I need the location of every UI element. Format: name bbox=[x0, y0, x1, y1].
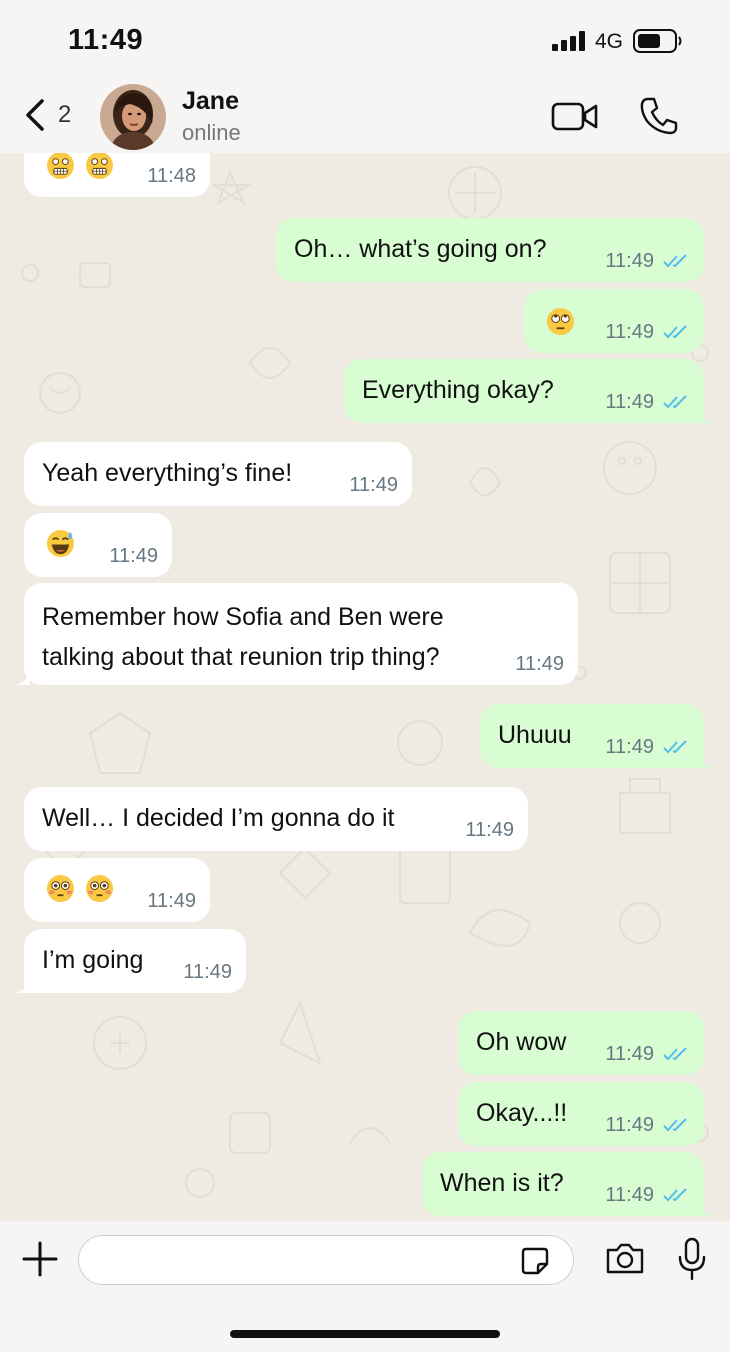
face-with-rolling-eyes-emoji-icon bbox=[546, 307, 575, 336]
message-bubble-incoming[interactable]: Well… I decided I’m gonna do it 11:49 bbox=[24, 787, 528, 851]
input-bar bbox=[0, 1221, 730, 1352]
chat-area[interactable]: 11:48 Oh… what’s going on? 11:49 11:49 E… bbox=[0, 153, 730, 1221]
microphone-icon[interactable] bbox=[676, 1237, 708, 1281]
home-indicator bbox=[230, 1330, 500, 1338]
message-bubble-outgoing[interactable]: When is it? 11:49 bbox=[422, 1152, 714, 1216]
message-bubble-outgoing[interactable]: Uhuuu 11:49 bbox=[480, 704, 714, 768]
message-text: I’m going bbox=[42, 946, 144, 974]
grinning-face-with-sweat-emoji-icon bbox=[46, 529, 75, 558]
message-time: 11:49 bbox=[605, 321, 654, 343]
message-time: 11:49 bbox=[605, 250, 654, 272]
message-bubble-outgoing[interactable]: 11:49 bbox=[524, 289, 704, 353]
double-check-read-icon bbox=[663, 325, 687, 339]
message-bubble-incoming[interactable]: Remember how Sofia and Ben were talking … bbox=[14, 583, 578, 685]
contact-name[interactable]: Jane bbox=[182, 87, 239, 116]
message-text: Remember how Sofia and Ben were talking … bbox=[42, 597, 444, 677]
plus-icon[interactable] bbox=[20, 1239, 60, 1279]
message-time: 11:48 bbox=[147, 165, 196, 187]
grimacing-face-emoji-icon bbox=[85, 153, 114, 180]
message-text: Everything okay? bbox=[362, 376, 554, 404]
chevron-left-icon bbox=[26, 99, 44, 131]
message-bubble-incoming[interactable]: 11:49 bbox=[24, 513, 172, 577]
contact-status: online bbox=[182, 120, 241, 145]
message-text: Yeah everything’s fine! bbox=[42, 459, 293, 487]
double-check-read-icon bbox=[663, 1118, 687, 1132]
message-bubble-incoming[interactable]: 11:49 bbox=[24, 858, 210, 922]
double-check-read-icon bbox=[663, 1188, 687, 1202]
message-input[interactable] bbox=[78, 1235, 574, 1285]
message-text: Oh wow bbox=[476, 1028, 567, 1056]
double-check-read-icon bbox=[663, 395, 687, 409]
message-time: 11:49 bbox=[515, 653, 564, 675]
message-time: 11:49 bbox=[605, 1043, 654, 1065]
message-bubble-incoming[interactable]: I’m going 11:49 bbox=[14, 929, 246, 993]
message-text: Oh… what’s going on? bbox=[294, 235, 547, 263]
flushed-face-emoji-icon bbox=[46, 874, 75, 903]
status-bar: 11:49 4G bbox=[0, 0, 730, 80]
status-time: 11:49 bbox=[68, 24, 144, 56]
sticker-icon[interactable] bbox=[520, 1246, 550, 1276]
message-time: 11:49 bbox=[183, 961, 232, 983]
message-time: 11:49 bbox=[349, 474, 398, 496]
bubble-tail bbox=[698, 1200, 714, 1216]
bubble-tail bbox=[14, 669, 30, 685]
message-text-line: talking about that reunion trip thing? bbox=[42, 643, 440, 671]
message-time: 11:49 bbox=[605, 1114, 654, 1136]
double-check-read-icon bbox=[663, 740, 687, 754]
message-bubble-outgoing[interactable]: Everything okay? 11:49 bbox=[344, 359, 714, 423]
double-check-read-icon bbox=[663, 254, 687, 268]
phone-icon[interactable] bbox=[638, 95, 680, 137]
unread-count: 2 bbox=[58, 101, 72, 128]
flushed-face-emoji-icon bbox=[85, 874, 114, 903]
message-time: 11:49 bbox=[605, 736, 654, 758]
message-time: 11:49 bbox=[605, 391, 654, 413]
bubble-tail bbox=[14, 977, 30, 993]
double-check-read-icon bbox=[663, 1047, 687, 1061]
battery-icon bbox=[633, 29, 682, 53]
message-bubble-outgoing[interactable]: Okay...!! 11:49 bbox=[458, 1082, 704, 1146]
avatar[interactable] bbox=[100, 84, 166, 150]
message-text: When is it? bbox=[440, 1169, 564, 1197]
message-bubble-incoming[interactable]: 11:48 bbox=[24, 153, 210, 197]
message-time: 11:49 bbox=[109, 545, 158, 567]
message-text-line: Remember how Sofia and Ben were bbox=[42, 603, 444, 631]
message-time: 11:49 bbox=[605, 1184, 654, 1206]
message-bubble-outgoing[interactable]: Oh wow 11:49 bbox=[458, 1011, 704, 1075]
message-text: Well… I decided I’m gonna do it bbox=[42, 804, 395, 832]
bubble-tail bbox=[698, 407, 714, 423]
message-text: Okay...!! bbox=[476, 1099, 568, 1127]
message-text: Uhuuu bbox=[498, 721, 572, 749]
message-time: 11:49 bbox=[465, 819, 514, 841]
video-camera-icon[interactable] bbox=[550, 98, 600, 134]
grimacing-face-emoji-icon bbox=[46, 153, 75, 180]
camera-icon[interactable] bbox=[604, 1241, 646, 1277]
message-bubble-incoming[interactable]: Yeah everything’s fine! 11:49 bbox=[24, 442, 412, 506]
signal-icon bbox=[552, 31, 585, 51]
message-bubble-outgoing[interactable]: Oh… what’s going on? 11:49 bbox=[276, 218, 704, 282]
network-label: 4G bbox=[595, 30, 624, 53]
back-button[interactable]: 2 bbox=[20, 90, 90, 140]
bubble-tail bbox=[698, 752, 714, 768]
chat-header: 2 Jane online bbox=[0, 80, 730, 153]
message-time: 11:49 bbox=[147, 890, 196, 912]
